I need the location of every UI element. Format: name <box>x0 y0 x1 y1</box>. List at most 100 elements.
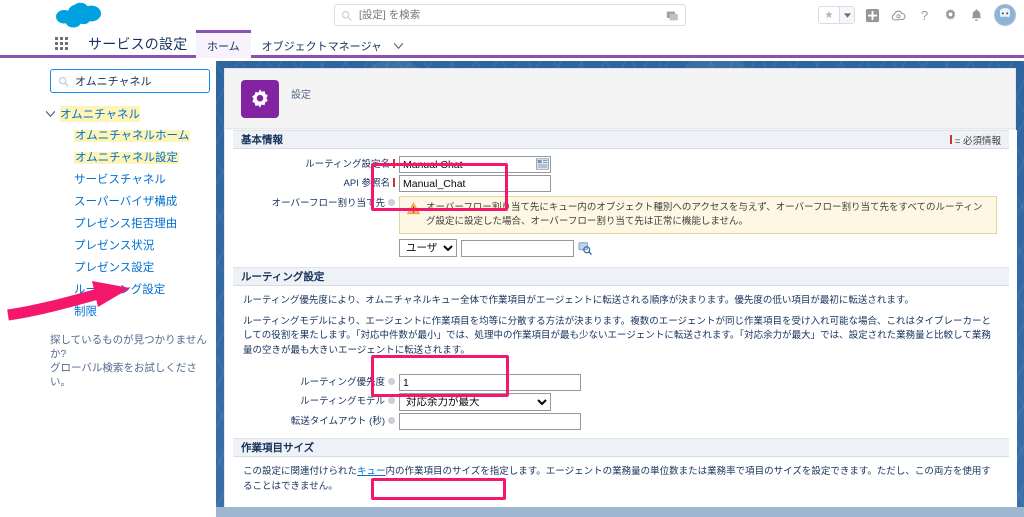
field-control <box>399 374 581 391</box>
sidebar-item-presence-statuses[interactable]: プレゼンス状況 <box>0 235 216 257</box>
chevron-down-icon[interactable] <box>393 30 409 58</box>
field-row-push-timeout: 転送タイムアウト (秒) <box>233 413 1009 430</box>
bell-icon <box>971 8 982 21</box>
field-control: 対応余力が最大 <box>399 393 551 411</box>
field-control <box>399 413 581 430</box>
overflow-warning-text: オーバーフロー割り当て先にキュー内のオブジェクト種別へのアクセスを与えず、オーバ… <box>426 202 983 227</box>
section-header-work-item-size: 作業項目サイズ <box>233 438 1009 457</box>
field-label: ルーティング優先度 <box>233 374 399 391</box>
queue-link[interactable]: キュー <box>357 466 386 477</box>
help-icon[interactable] <box>388 397 395 404</box>
routing-description: ルーティング優先度により、オムニチャネルキュー全体で作業項目がエージェントに転送… <box>233 288 1009 358</box>
notifications-button[interactable] <box>968 5 985 25</box>
field-label-text: ルーティング設定名 <box>305 159 390 170</box>
chevron-down-icon[interactable] <box>839 7 854 23</box>
sidebar-item-omnichannel-settings[interactable]: オムニチャネル設定 <box>0 147 216 169</box>
help-button[interactable]: ? <box>916 5 933 25</box>
field-row-overflow-assignee: オーバーフロー割り当て先 オーバーフロー割り当て先にキュー内のオブジェクト種別へ… <box>233 196 1009 257</box>
field-control: オーバーフロー割り当て先にキュー内のオブジェクト種別へのアクセスを与えず、オーバ… <box>399 196 997 257</box>
overflow-assignee-input[interactable] <box>461 239 574 257</box>
field-label-text: ルーティング優先度 <box>300 377 385 388</box>
push-timeout-input[interactable] <box>399 413 581 430</box>
lookup-search-icon[interactable] <box>578 241 592 255</box>
cloud-setup-icon <box>891 10 906 21</box>
setup-sidebar: オムニチャネル オムニチャネルホーム オムニチャネル設定 サービスチャネル スー… <box>0 61 217 517</box>
section-header-routing: ルーティング設定 <box>233 267 1009 286</box>
gear-icon <box>945 8 956 20</box>
field-label-text: API 参照名 <box>343 178 390 189</box>
avatar[interactable] <box>994 4 1016 26</box>
sidebar-note-line-2: グローバル検索をお試しください。 <box>50 362 197 388</box>
setup-button[interactable] <box>890 5 907 25</box>
required-marker-icon <box>393 159 395 168</box>
field-row-routing-name: ルーティング設定名 <box>233 156 1009 173</box>
field-row-api-name: API 参照名 <box>233 175 1009 192</box>
global-header: ★ ? <box>0 0 1024 30</box>
setup-quick-find[interactable] <box>50 69 217 93</box>
overflow-type-select[interactable]: ユーザ <box>399 239 457 257</box>
sidebar-item-supervisor-config[interactable]: スーパーバイザ構成 <box>0 191 216 213</box>
tree-node-omnichannel[interactable]: オムニチャネル <box>0 103 216 125</box>
favorites-control[interactable]: ★ <box>818 6 855 24</box>
section-body-routing: ルーティング優先度により、オムニチャネルキュー全体で作業項目がエージェントに転送… <box>233 286 1009 438</box>
field-control <box>399 156 551 173</box>
worksize-text-pre: この設定に関連付けられた <box>243 466 358 477</box>
section-body-work-item-size: この設定に関連付けられたキュー内の作業項目のサイズを指定します。エージェントの業… <box>233 457 1009 509</box>
warning-triangle-icon <box>407 202 420 215</box>
field-row-routing-priority: ルーティング優先度 <box>233 374 1009 391</box>
chevron-down-icon[interactable] <box>44 108 56 120</box>
help-icon[interactable] <box>388 378 395 385</box>
app-launcher-icon[interactable] <box>55 37 69 51</box>
salesforce-cloud-logo[interactable] <box>56 2 102 28</box>
routing-paragraph-2: ルーティングモデルにより、エージェントに作業項目を均等に分散する方法が決まります… <box>243 315 992 356</box>
routing-priority-input[interactable] <box>399 374 581 391</box>
user-avatar <box>995 5 1015 25</box>
app-name: サービスの設定 <box>88 36 188 52</box>
field-control <box>399 175 551 192</box>
help-icon[interactable] <box>388 417 395 424</box>
page-bottom-strip <box>216 507 1024 517</box>
sidebar-item-routing-configurations[interactable]: ルーティング設定 <box>0 279 216 301</box>
sidebar-note-line-1: 探しているものが見つかりませんか? <box>50 334 207 360</box>
page-header: 設定 <box>225 69 1015 129</box>
field-label-text: 転送タイムアウト (秒) <box>290 416 385 427</box>
add-button[interactable] <box>864 5 881 25</box>
sidebar-search-input[interactable] <box>75 71 217 91</box>
routing-model-select[interactable]: 対応余力が最大 <box>399 393 551 411</box>
svg-text:?: ? <box>921 8 928 23</box>
required-marker-icon <box>949 135 952 144</box>
field-label-text: オーバーフロー割り当て先 <box>271 198 385 209</box>
field-label-text: ルーティングモデル <box>300 396 385 407</box>
sidebar-help-note: 探しているものが見つかりませんか? グローバル検索をお試しください。 <box>50 333 212 389</box>
required-legend: = 必須情報 <box>949 133 1001 147</box>
question-mark-icon: ? <box>921 8 928 23</box>
sidebar-item-label: オムニチャネル設定 <box>74 152 180 164</box>
help-icon[interactable] <box>388 199 395 206</box>
settings-button[interactable] <box>942 5 959 25</box>
sidebar-item-service-channels[interactable]: サービスチャネル <box>0 169 216 191</box>
setup-scroll-body[interactable]: 基本情報 = 必須情報 ルーティング設定名 Manual Chat API 参照… <box>225 130 1017 509</box>
required-marker-icon <box>393 178 395 187</box>
keyboard-shortcut-icon[interactable] <box>666 9 679 22</box>
api-name-input[interactable] <box>399 175 551 192</box>
star-icon[interactable]: ★ <box>819 7 839 23</box>
field-row-routing-model: ルーティングモデル 対応余力が最大 <box>233 393 1009 411</box>
required-legend-text: = 必須情報 <box>954 135 1001 147</box>
field-label: ルーティング設定名 <box>233 156 399 173</box>
tab-home[interactable]: ホーム <box>196 30 251 58</box>
field-label: ルーティングモデル <box>233 393 399 410</box>
tab-object-manager[interactable]: オブジェクトマネージャ <box>251 30 393 58</box>
search-input[interactable] <box>359 6 666 24</box>
gear-icon <box>241 80 279 118</box>
sidebar-item-presence-decline-reasons[interactable]: プレゼンス拒否理由 <box>0 213 216 235</box>
nav-tabs: ホーム オブジェクトマネージャ <box>196 30 409 58</box>
worksize-description: この設定に関連付けられたキュー内の作業項目のサイズを指定します。エージェントの業… <box>233 459 1009 494</box>
global-search-box[interactable] <box>334 4 686 26</box>
translate-icon[interactable] <box>536 158 549 170</box>
sidebar-item-limits[interactable]: 制限 <box>0 301 216 323</box>
field-label: 転送タイムアウト (秒) <box>233 413 399 430</box>
sidebar-item-label: オムニチャネルホーム <box>74 130 191 142</box>
sidebar-item-omnichannel-home[interactable]: オムニチャネルホーム <box>0 125 216 147</box>
sidebar-item-presence-configurations[interactable]: プレゼンス設定 <box>0 257 216 279</box>
routing-name-input[interactable] <box>399 156 551 173</box>
